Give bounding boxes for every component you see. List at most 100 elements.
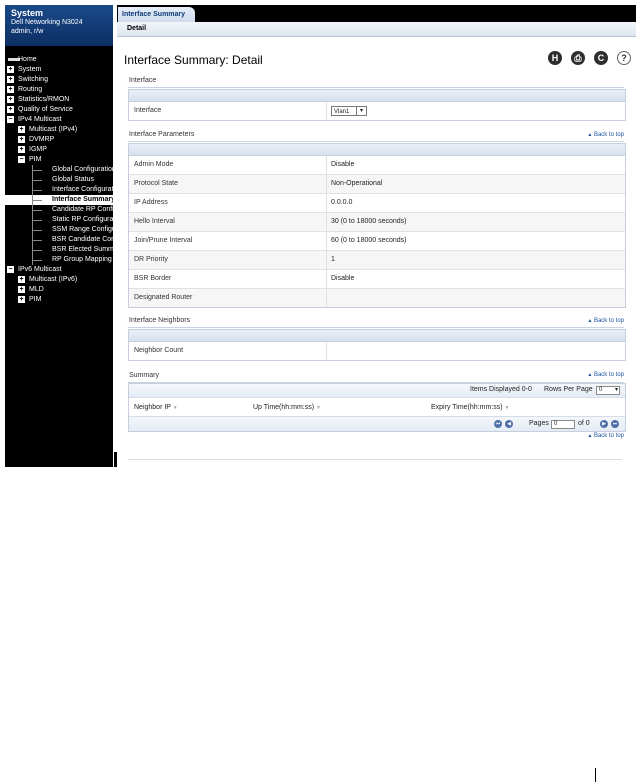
sidebar-item[interactable]: − PIM [5,155,113,165]
nav-tree: Home + System + Switching + Routing + Statistics… [5,46,113,305]
sidebar-item[interactable]: + Multicast (IPv4) [5,125,113,135]
column-label: Expiry Time(hh:mm:ss) [431,404,503,411]
sidebar-item-label: Switching [18,76,48,83]
sidebar-item[interactable]: + Routing [5,85,113,95]
sidebar-item[interactable]: + Quality of Service [5,105,113,115]
column-divider [326,251,327,269]
sidebar-item-label: Multicast (IPv4) [29,126,78,133]
back-to-top-link[interactable]: ▲ Back to top [587,372,624,378]
user-info: admin, r/w [11,28,44,35]
first-page-icon[interactable]: ⏮ [494,420,502,428]
collapse-icon[interactable]: − [18,156,25,163]
collapse-icon[interactable]: − [7,266,14,273]
sidebar-item[interactable]: + Multicast (IPv6) [5,275,113,285]
sidebar-item[interactable]: BSR Candidate Configuration [5,235,113,245]
interface-table: Interface Vlan1 ▾ [128,89,626,121]
sidebar-item[interactable]: SSM Range Configuration [5,225,113,235]
back-to-top-link[interactable]: ▲ Back to top [587,433,624,439]
sidebar-item[interactable]: + PIM [5,295,113,305]
help-icon[interactable]: ? [617,51,631,65]
table-row: Hello Interval 30 (0 to 18000 seconds) [129,213,625,232]
column-up-time[interactable]: Up Time(hh:mm:ss) ▼ [253,404,321,411]
table-row: Join/Prune Interval 60 (0 to 18000 second… [129,232,625,251]
tree-branch [32,220,42,221]
sidebar-item[interactable]: + Statistics/RMON [5,95,113,105]
table-row: DR Priority 1 [129,251,625,270]
tab-interface-summary[interactable]: Interface Summary [118,7,196,22]
sidebar-item[interactable]: − IPv6 Multicast [5,265,113,275]
row-label: DR Priority [134,256,168,263]
expand-icon[interactable]: + [7,106,14,113]
expand-icon[interactable]: + [18,136,25,143]
expand-icon[interactable]: + [18,276,25,283]
expand-icon[interactable]: + [7,66,14,73]
sidebar-item-label: Candidate RP Configuration [52,206,113,213]
expand-icon[interactable]: + [7,96,14,103]
back-to-top-link[interactable]: ▲ Back to top [587,318,624,324]
interface-select[interactable]: Vlan1 ▾ [331,106,367,116]
last-page-icon[interactable]: ⏭ [611,420,619,428]
row-value: Disable [331,161,355,168]
expand-icon[interactable]: + [18,296,25,303]
navigation-sidebar: System Dell Networking N3024 admin, r/w … [5,5,113,467]
summary-columns: Neighbor IP ▼ Up Time(hh:mm:ss) ▼ Expiry… [129,398,625,417]
back-to-top-label: Back to top [593,372,624,378]
neighbors-section-header: Interface Neighbors [129,317,191,324]
back-to-top-label: Back to top [593,433,624,439]
tree-branch [32,190,42,191]
subtab-detail[interactable]: Detail [127,25,146,32]
tree-branch [32,180,42,181]
column-divider [326,289,327,307]
back-to-top-link[interactable]: ▲ Back to top [587,132,624,138]
table-row: Admin Mode Disable [129,156,625,175]
sidebar-item[interactable]: Candidate RP Configuration [5,205,113,215]
refresh-icon[interactable]: C [594,51,608,65]
row-label: Designated Router [134,294,193,301]
expand-icon[interactable]: + [7,86,14,93]
sidebar-item[interactable]: Home [5,55,113,65]
interface-row: Interface Vlan1 ▾ [129,102,625,120]
sidebar-item[interactable]: + System [5,65,113,75]
sidebar-item[interactable]: + IGMP [5,145,113,155]
row-label: IP Address [134,199,168,206]
column-expiry-time[interactable]: Expiry Time(hh:mm:ss) ▼ [431,404,509,411]
sidebar-item[interactable]: + Switching [5,75,113,85]
sidebar-item[interactable]: RP Group Mapping [5,255,113,265]
triangle-up-icon: ▲ [587,372,593,378]
sidebar-item-label: Routing [18,86,43,93]
table-header [129,90,625,102]
column-label: Up Time(hh:mm:ss) [253,404,315,411]
chevron-down-icon: ▾ [614,387,618,393]
sidebar-item[interactable]: Interface Summary [5,195,113,205]
sidebar-item-label: RP Group Mapping [52,256,112,263]
sidebar-item[interactable]: Interface Configuration [5,185,113,195]
print-icon[interactable]: ⎙ [571,51,585,65]
sidebar-item[interactable]: + MLD [5,285,113,295]
sidebar-item[interactable]: Global Status [5,175,113,185]
expand-icon[interactable]: + [18,286,25,293]
page-number-input[interactable]: 0 [551,420,575,429]
column-divider [326,102,327,120]
sidebar-item-label: Global Configuration [52,166,113,173]
sidebar-item[interactable]: BSR Elected Summary [5,245,113,255]
expand-icon[interactable]: + [18,126,25,133]
rows-per-page-select[interactable]: 0 ▾ [596,386,620,395]
column-neighbor-ip[interactable]: Neighbor IP ▼ [134,404,178,411]
sidebar-item[interactable]: − IPv4 Multicast [5,115,113,125]
expand-icon[interactable]: + [7,76,14,83]
sidebar-item-label: Interface Summary [52,196,113,203]
save-icon[interactable]: H [548,51,562,65]
neighbor-rows: Neighbor Count [129,342,625,360]
triangle-up-icon: ▲ [587,433,593,439]
sidebar-item[interactable]: + DVMRP [5,135,113,145]
collapse-icon[interactable]: − [7,116,14,123]
sidebar-item[interactable]: Static RP Configuration [5,215,113,225]
section-divider [128,87,624,88]
pages-label: Pages [529,420,549,427]
main-panel: Interface Summary Detail Interface Summa… [117,5,636,467]
sidebar-item-label: PIM [29,156,42,163]
expand-icon[interactable]: + [18,146,25,153]
sidebar-item[interactable]: Global Configuration [5,165,113,175]
prev-page-icon[interactable]: ◀ [505,420,513,428]
next-page-icon[interactable]: ▶ [600,420,608,428]
